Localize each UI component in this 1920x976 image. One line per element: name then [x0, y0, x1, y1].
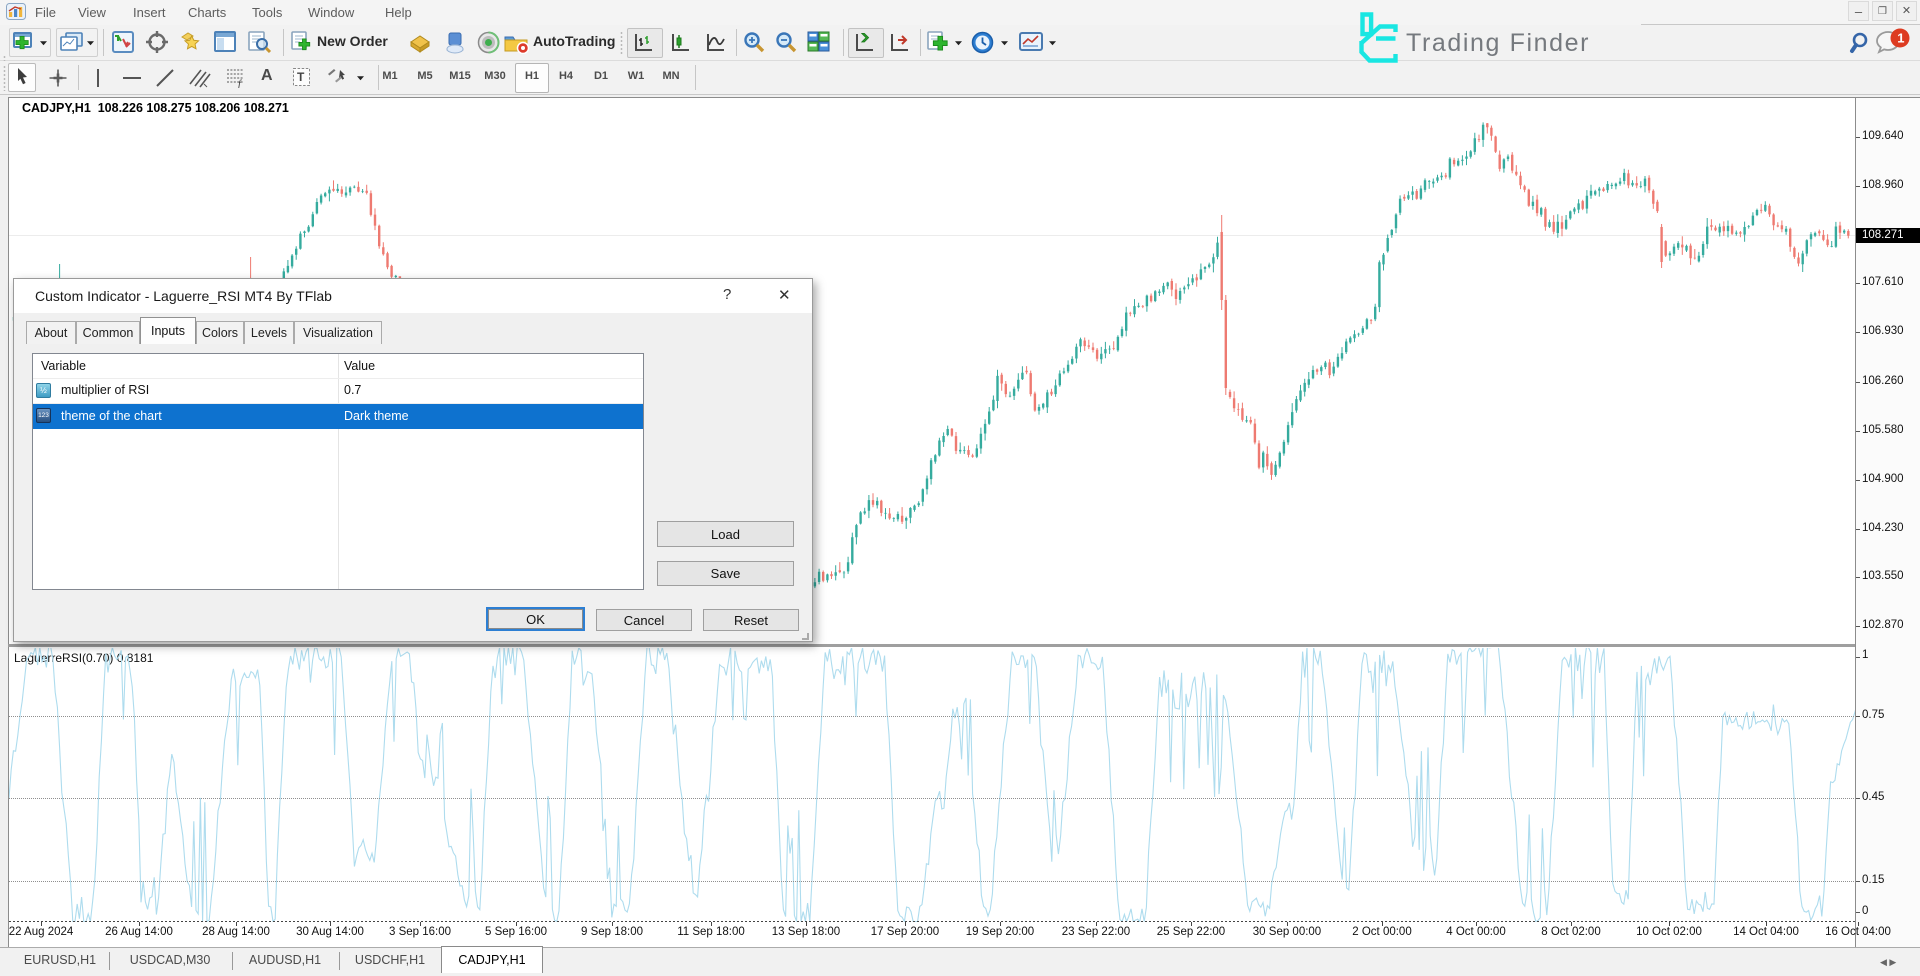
- svg-text:1: 1: [1897, 31, 1904, 46]
